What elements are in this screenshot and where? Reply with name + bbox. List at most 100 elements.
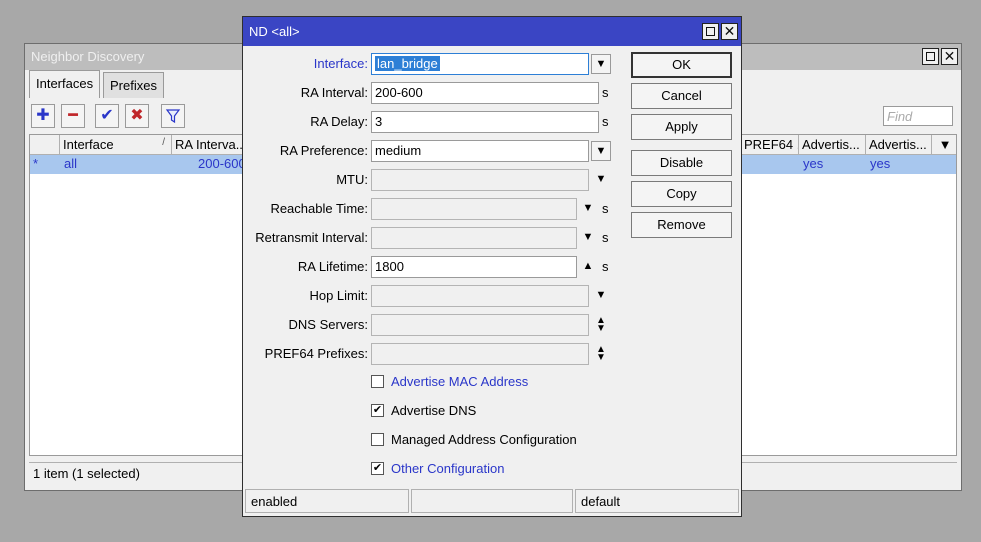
close-button[interactable]: ✕ xyxy=(941,48,958,65)
tab-interfaces[interactable]: Interfaces xyxy=(29,70,101,98)
row-advertise-mac: yes xyxy=(803,156,824,171)
reachable-time-unit: s xyxy=(602,201,609,216)
copy-button[interactable]: Copy xyxy=(631,181,732,207)
advertise-mac-label: Advertise MAC Address xyxy=(391,374,529,389)
row-interface: all xyxy=(64,156,78,171)
cancel-button[interactable]: Cancel xyxy=(631,83,732,109)
managed-address-label: Managed Address Configuration xyxy=(391,432,577,447)
reachable-time-expand-button[interactable]: ▼ xyxy=(580,200,596,216)
other-config-label: Other Configuration xyxy=(391,461,505,476)
advertise-dns-checkbox[interactable]: ✔ xyxy=(371,404,384,417)
retransmit-interval-label: Retransmit Interval: xyxy=(255,230,368,245)
ra-interval-unit: s xyxy=(602,85,609,100)
chevron-down-icon: ▼ xyxy=(938,137,952,152)
maximize-icon xyxy=(926,52,935,61)
col-interface-label: Interface xyxy=(63,137,114,152)
col-interface[interactable]: Interface / xyxy=(60,135,172,155)
dialog-titlebar[interactable]: ND <all> ✕ xyxy=(243,17,741,46)
close-button[interactable]: ✕ xyxy=(721,23,738,40)
close-icon: ✕ xyxy=(943,48,956,64)
ra-preference-label: RA Preference: xyxy=(279,143,368,158)
ra-delay-row: RA Delay: 3 s xyxy=(243,111,623,133)
ra-delay-input[interactable]: 3 xyxy=(371,111,599,133)
advertise-mac-checkbox[interactable] xyxy=(371,375,384,388)
chevron-down-icon: ▼ xyxy=(595,289,607,301)
window-title: Neighbor Discovery xyxy=(31,49,145,64)
maximize-icon xyxy=(706,27,715,36)
cross-icon: ✖ xyxy=(130,107,144,124)
checkmark-icon: ✔ xyxy=(372,404,383,416)
ra-lifetime-unit: s xyxy=(602,259,609,274)
other-config-checkbox[interactable]: ✔ xyxy=(371,462,384,475)
interface-dropdown-button[interactable]: ▼ xyxy=(591,54,611,74)
remove-button[interactable]: ━ xyxy=(61,104,85,128)
col-advertise-dns[interactable]: Advertis... xyxy=(866,135,932,155)
interface-value: lan_bridge xyxy=(375,56,440,71)
ok-button[interactable]: OK xyxy=(631,52,732,78)
dropdown-icon: ▼ xyxy=(595,145,607,157)
find-input[interactable]: Find xyxy=(883,106,953,126)
maximize-button[interactable] xyxy=(922,48,939,65)
status-middle xyxy=(411,489,573,513)
retransmit-interval-row: Retransmit Interval: ▼ s xyxy=(243,227,623,249)
col-ra-interval[interactable]: RA Interva... xyxy=(172,135,252,155)
ra-lifetime-collapse-button[interactable]: ▲ xyxy=(580,258,596,274)
interface-label: Interface: xyxy=(313,56,368,71)
ra-interval-input[interactable]: 200-600 xyxy=(371,82,599,104)
reachable-time-input[interactable] xyxy=(371,198,577,220)
dns-servers-add-remove-button[interactable]: ▲ ▼ xyxy=(593,315,609,334)
dropdown-icon: ▼ xyxy=(595,58,607,70)
row-advertise-dns: yes xyxy=(870,156,891,171)
row-flag: * xyxy=(33,156,39,171)
hop-limit-label: Hop Limit: xyxy=(309,288,368,303)
managed-address-checkbox[interactable] xyxy=(371,433,384,446)
chevron-down-icon: ▼ xyxy=(582,231,594,243)
filter-icon xyxy=(165,109,181,124)
pref64-prefixes-input[interactable] xyxy=(371,343,589,365)
col-pref64[interactable]: PREF64 ... xyxy=(741,135,799,155)
plus-icon: ✚ xyxy=(36,107,50,124)
remove-button[interactable]: Remove xyxy=(631,212,732,238)
enable-button[interactable]: ✔ xyxy=(95,104,119,128)
apply-button[interactable]: Apply xyxy=(631,114,732,140)
interface-row: Interface: lan_bridge ▼ xyxy=(243,53,623,75)
ra-lifetime-label: RA Lifetime: xyxy=(297,259,368,274)
ra-interval-label: RA Interval: xyxy=(300,85,368,100)
pref64-prefixes-add-remove-button[interactable]: ▲ ▼ xyxy=(593,344,609,363)
col-advertise-mac[interactable]: Advertis... xyxy=(799,135,866,155)
status-enabled: enabled xyxy=(245,489,409,513)
hop-limit-input[interactable] xyxy=(371,285,589,307)
filter-button[interactable] xyxy=(161,104,185,128)
interface-select[interactable]: lan_bridge xyxy=(371,53,589,75)
mtu-label: MTU: xyxy=(336,172,368,187)
up-down-arrows-icon: ▲ ▼ xyxy=(596,315,606,334)
up-down-arrows-icon: ▲ ▼ xyxy=(596,344,606,363)
disable-button[interactable]: ✖ xyxy=(125,104,149,128)
mtu-input[interactable] xyxy=(371,169,589,191)
check-icon: ✔ xyxy=(100,107,114,124)
dialog-status-bar: enabled default xyxy=(245,489,739,513)
mtu-expand-button[interactable]: ▼ xyxy=(593,171,609,187)
sort-icon: / xyxy=(162,137,165,148)
ra-delay-label: RA Delay: xyxy=(310,114,368,129)
chevron-down-icon: ▼ xyxy=(595,173,607,185)
tab-prefixes[interactable]: Prefixes xyxy=(103,72,164,98)
add-button[interactable]: ✚ xyxy=(31,104,55,128)
maximize-button[interactable] xyxy=(702,23,719,40)
ra-lifetime-input[interactable]: 1800 xyxy=(371,256,577,278)
ra-delay-unit: s xyxy=(602,114,609,129)
retransmit-interval-expand-button[interactable]: ▼ xyxy=(580,229,596,245)
close-icon: ✕ xyxy=(723,23,736,39)
retransmit-interval-unit: s xyxy=(602,230,609,245)
hop-limit-expand-button[interactable]: ▼ xyxy=(593,287,609,303)
ra-preference-select[interactable]: medium xyxy=(371,140,589,162)
chevron-up-icon: ▲ xyxy=(582,260,594,272)
dns-servers-input[interactable] xyxy=(371,314,589,336)
retransmit-interval-input[interactable] xyxy=(371,227,577,249)
col-flag[interactable] xyxy=(30,135,60,155)
ra-preference-dropdown-button[interactable]: ▼ xyxy=(591,141,611,161)
disable-button[interactable]: Disable xyxy=(631,150,732,176)
dns-servers-label: DNS Servers: xyxy=(288,317,368,332)
reachable-time-row: Reachable Time: ▼ s xyxy=(243,198,623,220)
column-menu-button[interactable]: ▼ xyxy=(932,135,958,155)
